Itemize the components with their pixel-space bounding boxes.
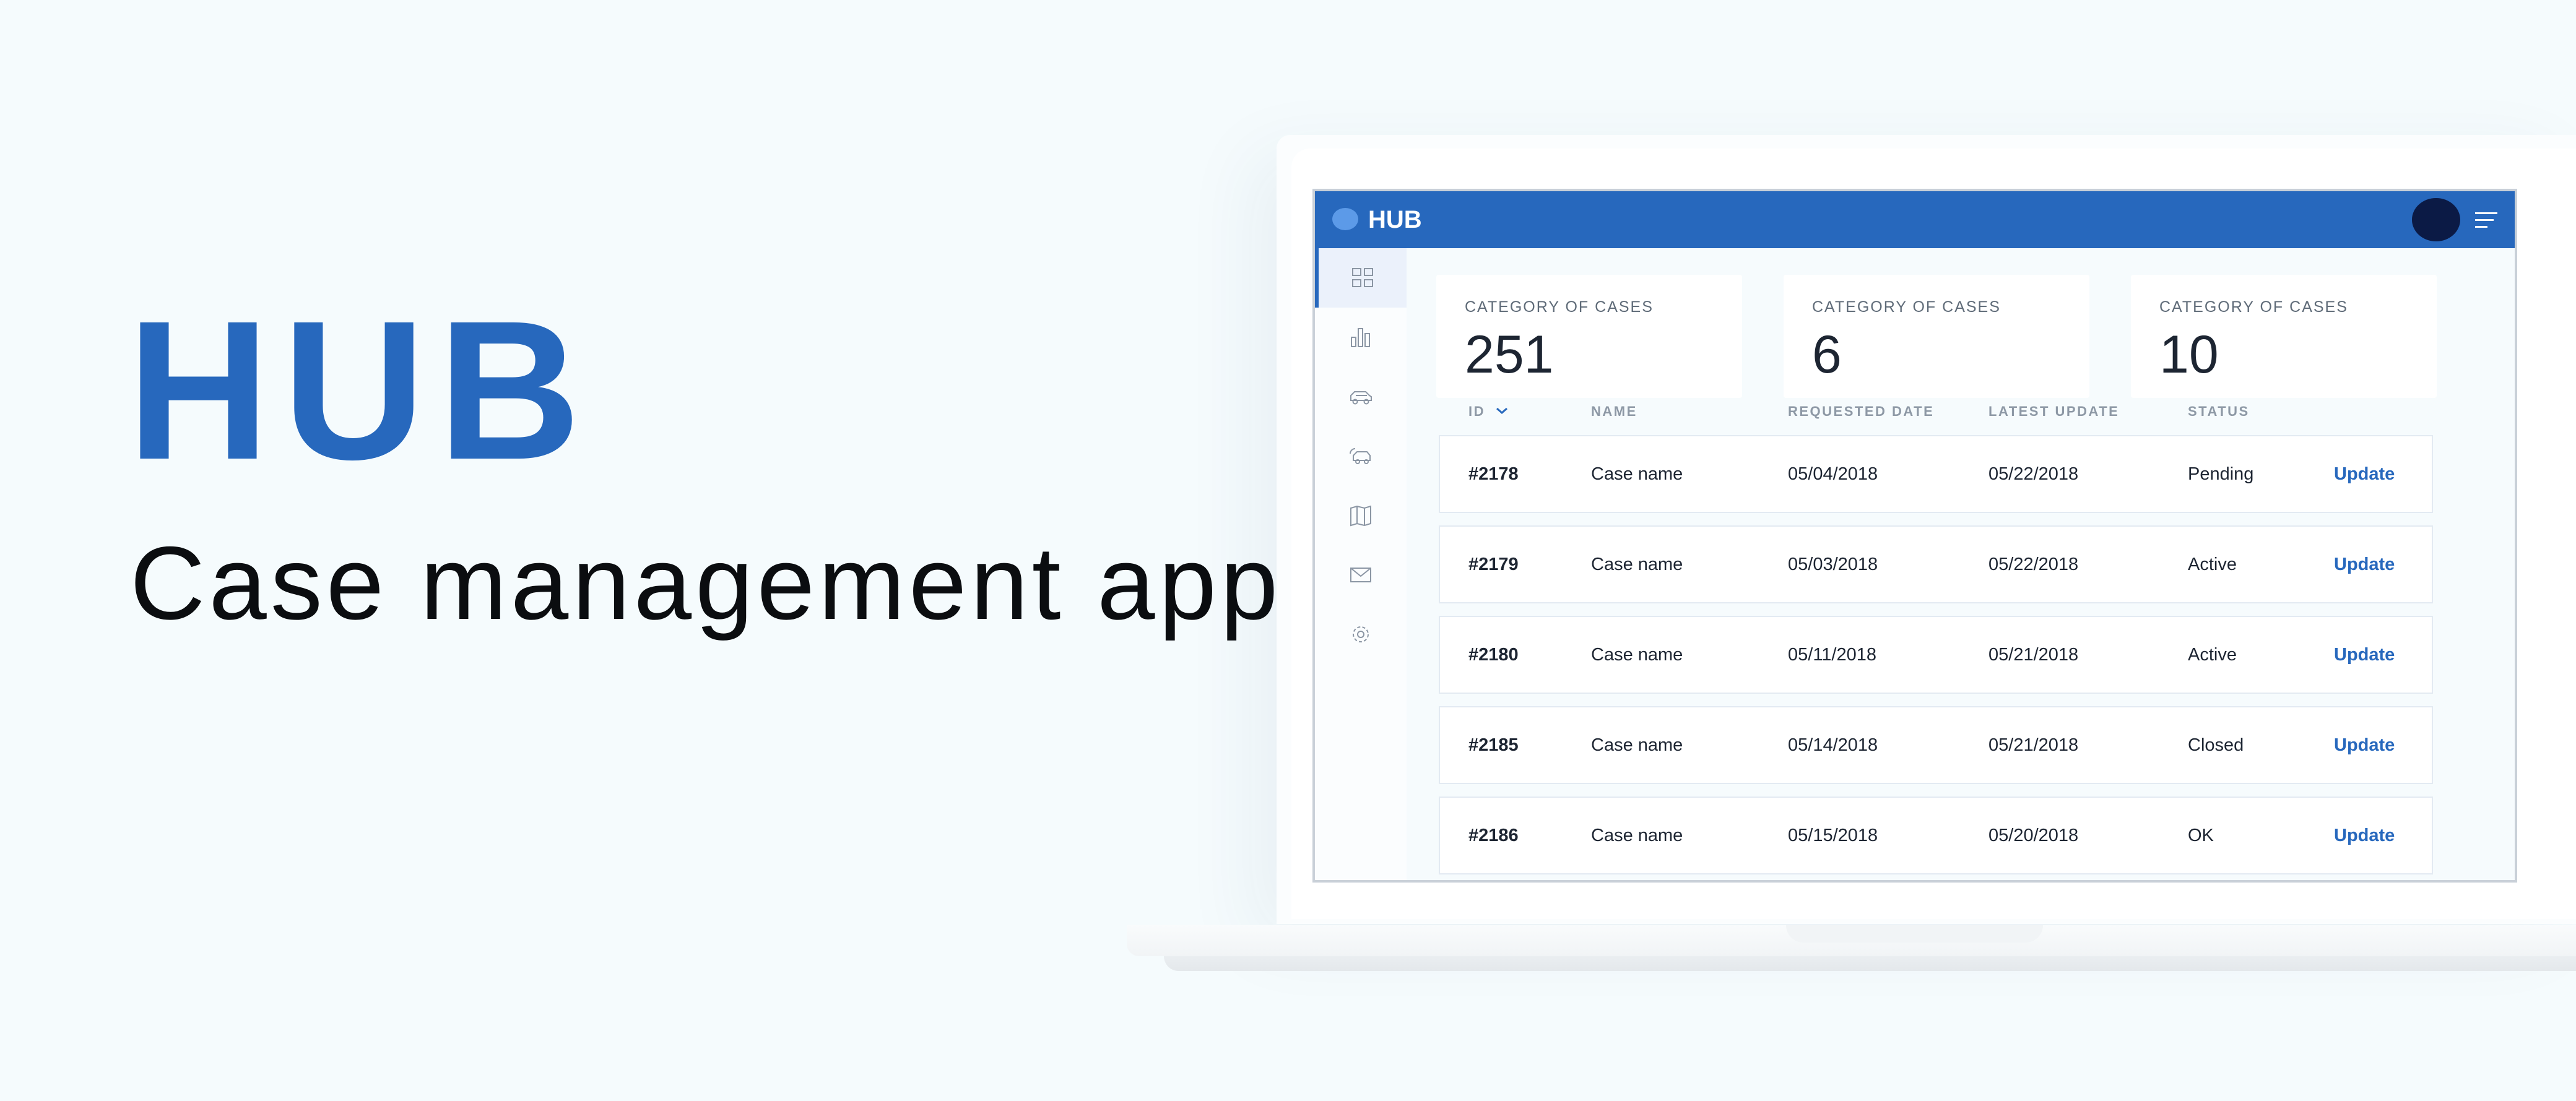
table-row[interactable]: #2185 Case name 05/14/2018 05/21/2018 Cl…: [1439, 706, 2433, 784]
update-link[interactable]: Update: [2334, 527, 2395, 602]
case-name: Case name: [1591, 645, 1683, 665]
avatar[interactable]: [2412, 198, 2460, 241]
case-name: Case name: [1591, 555, 1683, 574]
app-screen: HUB CATEGORY OF CASES 251 CATEGORY OF CA…: [1312, 189, 2517, 883]
update-link[interactable]: Update: [2334, 617, 2395, 693]
mail-icon: [1350, 568, 1371, 582]
latest-update: 05/20/2018: [1988, 826, 2079, 845]
column-header-id[interactable]: ID: [1468, 404, 1485, 420]
status-text: Active: [2188, 645, 2237, 665]
requested-date: 05/11/2018: [1788, 645, 1876, 665]
hero-title: HUB: [127, 279, 594, 501]
case-name: Case name: [1591, 735, 1683, 755]
update-link[interactable]: Update: [2334, 436, 2395, 512]
logo-icon: [1332, 208, 1358, 230]
table-row[interactable]: #2180 Case name 05/11/2018 05/21/2018 Ac…: [1439, 616, 2433, 694]
table-row[interactable]: #2178 Case name 05/04/2018 05/22/2018 Pe…: [1439, 435, 2433, 513]
latest-update: 05/22/2018: [1988, 555, 2079, 574]
hero-subtitle: Case management app: [130, 525, 1282, 641]
case-id: #2179: [1468, 555, 1519, 574]
sidebar-item-dashboard[interactable]: [1315, 248, 1407, 308]
bar-chart-icon: [1351, 328, 1370, 347]
sidebar-item-analytics[interactable]: [1315, 308, 1407, 367]
stat-label: CATEGORY OF CASES: [2159, 298, 2348, 316]
case-name: Case name: [1591, 464, 1683, 484]
case-id: #2185: [1468, 735, 1519, 755]
sidebar: [1315, 248, 1407, 880]
status-text: Pending: [2188, 464, 2254, 484]
dashboard-grid-icon: [1352, 268, 1373, 287]
sidebar-item-fleet[interactable]: [1315, 426, 1407, 486]
gear-icon: [1353, 626, 1369, 642]
case-id: #2178: [1468, 464, 1519, 484]
column-header-latest-update[interactable]: LATEST UPDATE: [1988, 404, 2119, 420]
stat-card: CATEGORY OF CASES 6: [1784, 275, 2089, 398]
sidebar-item-vehicles[interactable]: [1315, 367, 1407, 426]
stat-value: 10: [2159, 325, 2219, 384]
stat-value: 6: [1812, 325, 1842, 384]
requested-date: 05/14/2018: [1788, 735, 1878, 755]
latest-update: 05/21/2018: [1988, 735, 2079, 755]
sidebar-item-map[interactable]: [1315, 486, 1407, 545]
sidebar-item-settings[interactable]: [1315, 605, 1407, 664]
table-row[interactable]: #2179 Case name 05/03/2018 05/22/2018 Ac…: [1439, 525, 2433, 603]
latest-update: 05/22/2018: [1988, 464, 2079, 484]
requested-date: 05/15/2018: [1788, 826, 1878, 845]
case-id: #2186: [1468, 826, 1519, 845]
vehicle-icon: [1350, 391, 1372, 405]
update-link[interactable]: Update: [2334, 707, 2395, 783]
stat-card: CATEGORY OF CASES 251: [1436, 275, 1742, 398]
hamburger-menu-icon[interactable]: [2475, 211, 2500, 230]
case-name: Case name: [1591, 826, 1683, 845]
laptop-base-edge: [1164, 956, 2576, 971]
table-row[interactable]: #2186 Case name 05/15/2018 05/20/2018 OK…: [1439, 797, 2433, 874]
update-link[interactable]: Update: [2334, 798, 2395, 873]
vehicle-sync-icon: [1350, 448, 1371, 464]
status-text: Active: [2188, 555, 2237, 574]
map-icon: [1350, 505, 1371, 527]
sidebar-item-messages[interactable]: [1315, 545, 1407, 605]
latest-update: 05/21/2018: [1988, 645, 2079, 665]
stat-value: 251: [1465, 325, 1554, 384]
column-header-requested-date[interactable]: REQUESTED DATE: [1788, 404, 1934, 420]
status-text: Closed: [2188, 735, 2244, 755]
column-header-status[interactable]: STATUS: [2188, 404, 2250, 420]
stat-card: CATEGORY OF CASES 10: [2131, 275, 2437, 398]
app-header: HUB: [1315, 191, 2515, 248]
laptop-notch: [1786, 925, 2043, 943]
column-header-name[interactable]: NAME: [1591, 404, 1637, 420]
requested-date: 05/03/2018: [1788, 555, 1878, 574]
requested-date: 05/04/2018: [1788, 464, 1878, 484]
case-id: #2180: [1468, 645, 1519, 665]
chevron-down-icon[interactable]: [1495, 407, 1509, 415]
app-brand[interactable]: HUB: [1368, 202, 1422, 237]
stat-label: CATEGORY OF CASES: [1465, 298, 1654, 316]
status-text: OK: [2188, 826, 2214, 845]
stat-label: CATEGORY OF CASES: [1812, 298, 2001, 316]
